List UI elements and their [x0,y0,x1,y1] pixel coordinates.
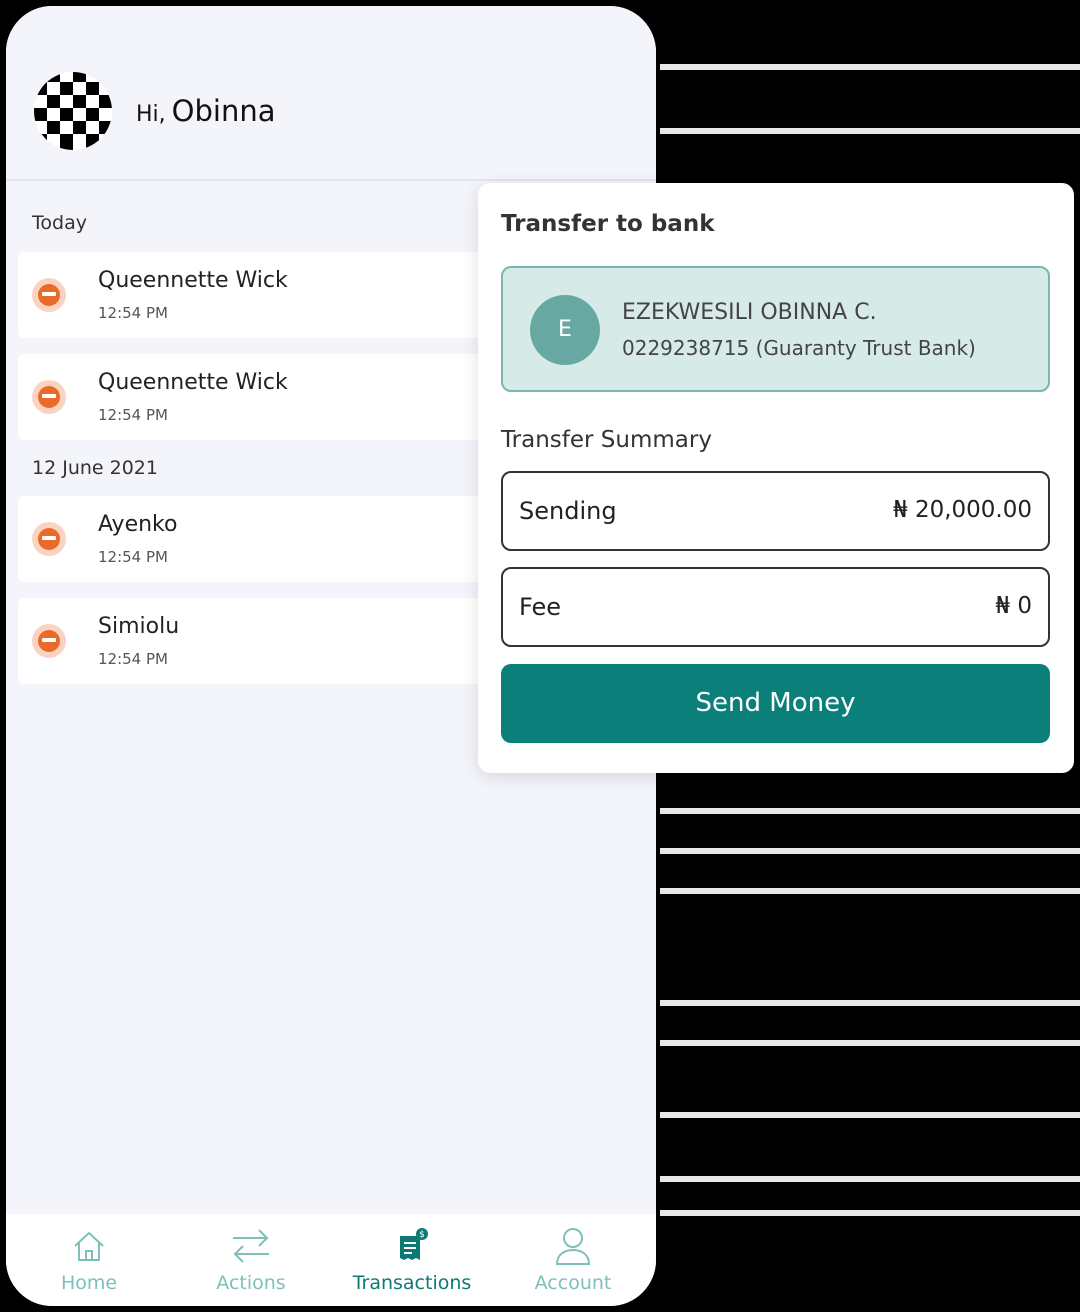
transaction-time: 12:54 PM [98,304,168,322]
transaction-name: Queennette Wick [98,370,288,395]
user-name: Obinna [171,94,276,128]
section-label-today: Today [32,212,87,234]
avatar[interactable] [34,72,112,150]
nav-home-label: Home [60,1272,118,1294]
transaction-name: Simiolu [98,614,180,639]
summary-label: Transfer Summary [501,427,712,453]
stripe [660,1210,1080,1216]
home-icon [74,1231,104,1261]
send-money-button[interactable]: Send Money [501,664,1050,743]
user-icon [555,1228,591,1265]
stripe [660,64,1080,70]
fee-label: Fee [519,593,562,621]
stripe [660,1176,1080,1182]
recipient-avatar: E [530,295,600,365]
stripe [660,1112,1080,1118]
sending-row: Sending ₦ 20,000.00 [501,471,1050,551]
receipt-icon: $ [400,1228,428,1260]
transaction-name: Queennette Wick [98,268,288,293]
nav-transactions[interactable]: $ Transactions [332,1214,492,1306]
greeting: Hi, Obinna [136,94,275,128]
bank-logo-icon [32,278,66,312]
stripe [660,1000,1080,1006]
transaction-row[interactable]: Queennette Wick 12:54 PM [18,354,488,440]
bank-logo-icon [32,380,66,414]
card-title: Transfer to bank [501,211,715,237]
bank-logo-icon [32,522,66,556]
fee-row: Fee ₦ 0 [501,567,1050,647]
greeting-prefix: Hi, [136,102,166,127]
nav-account[interactable]: Account [493,1214,653,1306]
transaction-name: Ayenko [98,512,178,537]
sending-value: ₦ 20,000.00 [893,497,1032,523]
recipient-account: 0229238715 (Guaranty Trust Bank) [622,336,976,360]
stripe [660,848,1080,854]
stripe [660,808,1080,814]
nav-home[interactable]: Home [9,1214,169,1306]
bank-logo-icon [32,624,66,658]
nav-transactions-label: Transactions [352,1272,472,1294]
nav-actions[interactable]: Actions [171,1214,331,1306]
checker-avatar-icon [34,72,112,150]
stripe [660,128,1080,134]
fee-value: ₦ 0 [995,593,1032,619]
sending-label: Sending [519,497,617,525]
transaction-time: 12:54 PM [98,406,168,424]
bottom-nav: Home Actions $ Transactions Account [6,1214,656,1306]
transaction-row[interactable]: Queennette Wick 12:54 PM [18,252,488,338]
transaction-row[interactable]: Simiolu 12:54 PM [18,598,488,684]
svg-text:$: $ [419,1230,425,1240]
recipient-name: EZEKWESILI OBINNA C. [622,300,877,325]
nav-actions-label: Actions [216,1272,286,1294]
nav-account-label: Account [534,1272,612,1294]
transaction-time: 12:54 PM [98,650,168,668]
stripe [660,888,1080,894]
app-header: Hi, Obinna [6,6,656,181]
transfer-arrows-icon [233,1229,269,1263]
transfer-card: Transfer to bank E EZEKWESILI OBINNA C. … [478,183,1074,773]
transaction-time: 12:54 PM [98,548,168,566]
recipient-box[interactable]: E EZEKWESILI OBINNA C. 0229238715 (Guara… [501,266,1050,392]
transaction-row[interactable]: Ayenko 12:54 PM [18,496,488,582]
section-label-date: 12 June 2021 [32,457,158,479]
stripe [660,1040,1080,1046]
